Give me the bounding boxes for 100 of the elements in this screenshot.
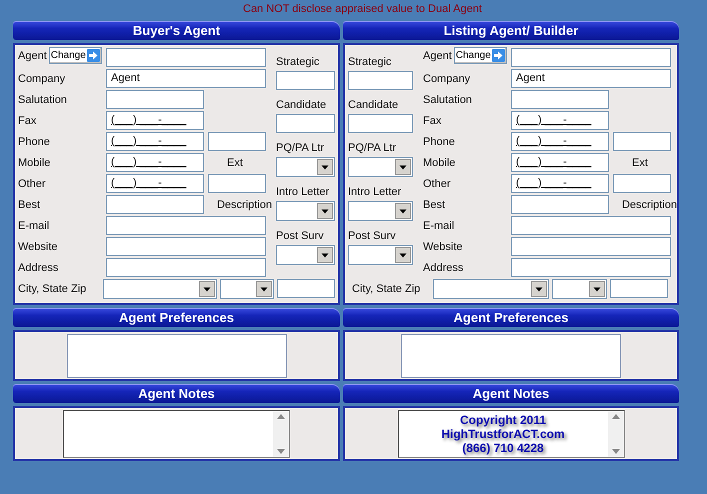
change-button[interactable]: Change bbox=[48, 47, 102, 64]
scroll-up-icon[interactable] bbox=[277, 414, 285, 418]
change-button[interactable]: Change bbox=[454, 47, 507, 64]
field-label: Salutation bbox=[18, 94, 68, 106]
warning-text: Can NOT disclose appraised value to Dual Agent bbox=[243, 2, 482, 17]
text-field[interactable]: Agent bbox=[106, 69, 266, 88]
section-header: Agent Notes bbox=[343, 384, 679, 403]
text-field[interactable]: Agent bbox=[511, 69, 671, 88]
text-field[interactable] bbox=[106, 90, 204, 109]
field-label: Website bbox=[18, 240, 59, 252]
text-field[interactable]: (___) ___-____ bbox=[511, 111, 609, 130]
field-label: Strategic bbox=[348, 55, 392, 69]
field-label: Other bbox=[423, 178, 452, 190]
dropdown-field[interactable] bbox=[433, 278, 549, 298]
field-label: Fax bbox=[423, 114, 442, 126]
field-label: Best bbox=[423, 198, 446, 210]
scrollbar[interactable] bbox=[608, 410, 624, 456]
field-label: Strategic bbox=[276, 55, 320, 69]
text-field[interactable] bbox=[613, 132, 671, 151]
field-label: Intro Letter bbox=[276, 185, 330, 199]
text-field[interactable] bbox=[613, 174, 671, 193]
text-field[interactable]: (___) ___-____ bbox=[511, 153, 609, 172]
text-field[interactable] bbox=[106, 195, 204, 214]
dropdown-field[interactable] bbox=[276, 201, 335, 221]
notes-field[interactable]: Copyright 2011 HighTrustforACT.com (866) 710 4228 bbox=[398, 410, 624, 458]
text-field[interactable] bbox=[208, 174, 266, 193]
section-header: Buyer's Agent bbox=[13, 21, 340, 40]
text-field[interactable] bbox=[511, 195, 609, 214]
text-field[interactable] bbox=[106, 258, 266, 277]
text-field[interactable] bbox=[511, 237, 671, 256]
field-label: Fax bbox=[18, 114, 38, 126]
text-field[interactable] bbox=[348, 114, 413, 133]
scroll-up-icon[interactable] bbox=[612, 414, 620, 418]
text-field[interactable]: (___) ___-____ bbox=[106, 153, 204, 172]
notes-field[interactable] bbox=[63, 410, 290, 458]
field-label: City, State Zip bbox=[18, 282, 88, 294]
field-label: Mobile bbox=[423, 156, 456, 168]
text-field[interactable] bbox=[511, 258, 671, 277]
text-field[interactable]: (___) ___-____ bbox=[511, 132, 609, 151]
text-field[interactable] bbox=[511, 48, 671, 67]
scroll-down-icon[interactable] bbox=[612, 448, 620, 454]
field-label: PQ/PA Ltr bbox=[276, 141, 326, 155]
scroll-down-icon[interactable] bbox=[277, 448, 285, 454]
field-label: Candidate bbox=[348, 98, 400, 112]
field-label: Address bbox=[18, 262, 60, 274]
dropdown-field[interactable] bbox=[276, 157, 335, 177]
dropdown-field[interactable] bbox=[552, 278, 607, 298]
text-field[interactable] bbox=[610, 279, 668, 298]
preferences-field[interactable] bbox=[66, 334, 286, 378]
field-label: Phone bbox=[18, 136, 51, 148]
text-field[interactable] bbox=[106, 48, 266, 67]
field-label: PQ/PA Ltr bbox=[348, 141, 398, 155]
field-label: E-mail bbox=[423, 220, 456, 232]
text-field[interactable] bbox=[348, 71, 413, 90]
copyright-text: Copyright 2011 HighTrustforACT.com (866) 710 4228 bbox=[440, 412, 566, 454]
text-field[interactable] bbox=[276, 71, 335, 90]
arrow-right-icon bbox=[86, 49, 100, 62]
dropdown-field[interactable] bbox=[348, 245, 413, 265]
field-label: Intro Letter bbox=[348, 185, 402, 199]
dropdown-field[interactable] bbox=[348, 201, 413, 221]
field-label: Company bbox=[18, 72, 66, 84]
field-label: Mobile bbox=[18, 156, 52, 168]
field-label: Description bbox=[622, 198, 677, 210]
section-header: Agent Notes bbox=[13, 384, 340, 403]
dropdown-field[interactable] bbox=[348, 157, 413, 177]
section-header: Agent Preferences bbox=[13, 308, 340, 327]
text-field[interactable] bbox=[277, 279, 335, 298]
field-label: Agent bbox=[423, 50, 452, 62]
section-header: Agent Preferences bbox=[343, 308, 679, 327]
text-field[interactable]: (___) ___-____ bbox=[511, 174, 609, 193]
arrow-right-icon bbox=[492, 49, 505, 62]
field-label: E-mail bbox=[18, 220, 50, 232]
text-field[interactable] bbox=[106, 216, 266, 235]
section-header: Listing Agent/ Builder bbox=[343, 21, 679, 40]
text-field[interactable] bbox=[511, 216, 671, 235]
field-label: Description bbox=[216, 198, 272, 210]
text-field[interactable]: (___) ___-____ bbox=[106, 132, 204, 151]
field-label: Best bbox=[18, 198, 42, 210]
dropdown-field[interactable] bbox=[276, 245, 335, 265]
scrollbar[interactable] bbox=[273, 410, 289, 456]
field-label: Salutation bbox=[423, 94, 473, 106]
text-field[interactable]: (___) ___-____ bbox=[106, 174, 204, 193]
field-label: Other bbox=[18, 178, 47, 190]
field-label: Post Surv bbox=[276, 229, 325, 243]
field-label: Company bbox=[423, 72, 472, 84]
preferences-field[interactable] bbox=[401, 334, 621, 378]
text-field[interactable] bbox=[208, 132, 266, 151]
field-label: Candidate bbox=[276, 98, 328, 112]
text-field[interactable] bbox=[511, 90, 609, 109]
field-label: City, State Zip bbox=[351, 282, 422, 294]
field-label: Ext bbox=[227, 156, 243, 168]
field-label: Post Surv bbox=[348, 229, 397, 243]
text-field[interactable]: (___) ___-____ bbox=[106, 111, 204, 130]
dropdown-field[interactable] bbox=[103, 278, 218, 298]
text-field[interactable] bbox=[276, 114, 335, 133]
dropdown-field[interactable] bbox=[220, 278, 274, 298]
field-label: Phone bbox=[423, 136, 456, 148]
field-label: Ext bbox=[632, 156, 648, 168]
text-field[interactable] bbox=[106, 237, 266, 256]
field-label: Website bbox=[423, 240, 464, 252]
